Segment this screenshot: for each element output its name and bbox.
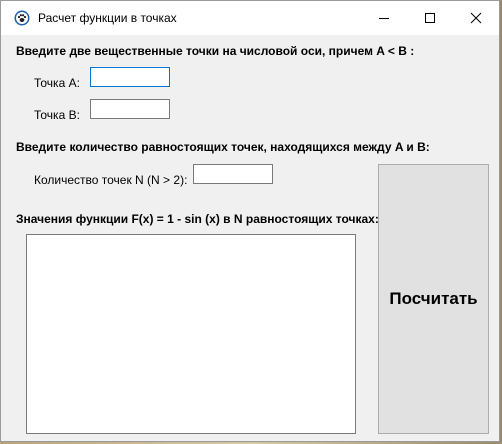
maximize-icon <box>425 13 435 23</box>
count-label: Количество точек N (N > 2): <box>34 173 188 187</box>
count-heading: Введите количество равностоящих точек, н… <box>16 140 430 154</box>
points-heading: Введите две вещественные точки на числов… <box>16 44 415 58</box>
point-a-input[interactable] <box>90 67 170 87</box>
app-paw-icon <box>14 10 30 26</box>
title-bar[interactable]: Расчет функции в точках <box>1 1 499 35</box>
point-a-label: Точка A: <box>34 76 80 90</box>
close-button[interactable] <box>453 1 499 35</box>
point-b-label: Точка B: <box>34 108 80 122</box>
close-icon <box>470 12 482 24</box>
calculate-button[interactable]: Посчитать <box>378 164 489 434</box>
result-output[interactable] <box>26 234 356 434</box>
minimize-button[interactable] <box>361 1 407 35</box>
app-window: Расчет функции в точках Введите две веще… <box>0 0 500 442</box>
maximize-button[interactable] <box>407 1 453 35</box>
count-input[interactable] <box>193 164 273 184</box>
window-title: Расчет функции в точках <box>38 11 177 25</box>
point-b-input[interactable] <box>90 99 170 119</box>
result-heading: Значения функции F(x) = 1 - sin (x) в N … <box>16 212 379 226</box>
minimize-icon <box>379 18 389 19</box>
